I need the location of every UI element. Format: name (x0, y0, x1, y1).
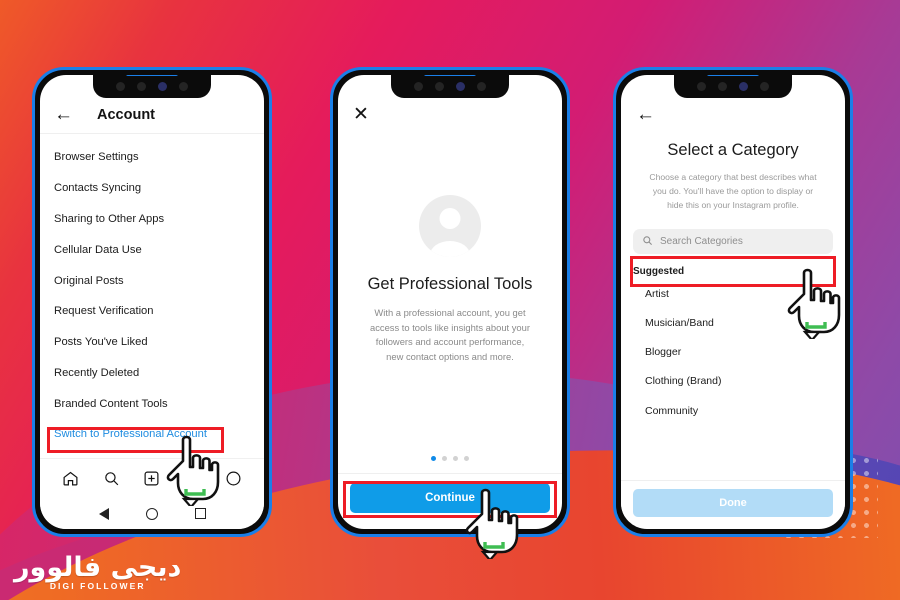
phone1-screen: ← Account Browser Settings Contacts Sync… (40, 75, 264, 529)
search-placeholder-text: Search Categories (660, 236, 743, 248)
notch-sensor (477, 82, 486, 91)
notch-sensor (179, 82, 188, 91)
done-button-area: Done (621, 480, 845, 517)
pagination-dot-active[interactable] (431, 456, 436, 461)
watermark-logo: دیجی فالوور DIGI FOLLOWER (14, 551, 182, 591)
list-item[interactable]: Posts You've Liked (40, 327, 264, 358)
phone1-body: ← Account Browser Settings Contacts Sync… (40, 75, 264, 529)
phone2-screen: ✕ Get Professional Tools With a professi… (338, 75, 562, 529)
category-item[interactable]: Musician/Band (621, 308, 845, 337)
list-item[interactable]: Recently Deleted (40, 357, 264, 388)
notch-sensor (116, 82, 125, 91)
category-item[interactable]: Community (621, 396, 845, 425)
instagram-bottom-nav (40, 458, 264, 498)
list-item[interactable]: Request Verification (40, 296, 264, 327)
phone3-screen: ← Select a Category Choose a category th… (621, 75, 845, 529)
phone-mockup-2: ✕ Get Professional Tools With a professi… (330, 67, 570, 537)
new-post-icon[interactable] (143, 470, 160, 487)
done-button: Done (633, 489, 833, 517)
notch-sensor (414, 82, 423, 91)
list-item[interactable]: Branded Content Tools (40, 388, 264, 419)
notch-sensor (137, 82, 146, 91)
search-icon[interactable] (103, 470, 120, 487)
switch-to-professional-account-item[interactable]: Switch to Professional Account (40, 419, 264, 450)
category-item[interactable]: Clothing (Brand) (621, 367, 845, 396)
search-icon (642, 233, 653, 251)
avatar-body-shape (430, 241, 470, 257)
page-title: Select a Category (667, 141, 799, 159)
list-item[interactable]: Sharing to Other Apps (40, 204, 264, 235)
back-arrow-icon[interactable]: ← (636, 105, 655, 124)
list-item[interactable]: Cellular Data Use (40, 234, 264, 265)
phone2-notch (391, 75, 509, 98)
phone3-body: ← Select a Category Choose a category th… (621, 75, 845, 529)
list-item[interactable]: Original Posts (40, 265, 264, 296)
continue-button[interactable]: Continue (350, 483, 550, 513)
back-arrow-icon[interactable]: ← (54, 105, 73, 124)
notch-speaker (424, 75, 476, 76)
pagination-dot[interactable] (442, 456, 447, 461)
pagination-dot[interactable] (464, 456, 469, 461)
notch-camera-icon (158, 82, 167, 91)
notch-speaker (126, 75, 178, 76)
page-title: Get Professional Tools (367, 275, 533, 293)
notch-sensor (697, 82, 706, 91)
phone-mockup-1: ← Account Browser Settings Contacts Sync… (32, 67, 272, 537)
search-input[interactable]: Search Categories (633, 229, 833, 255)
continue-button-area: Continue (338, 473, 562, 513)
pagination-dots (338, 456, 562, 461)
category-item[interactable]: Blogger (621, 338, 845, 367)
list-item[interactable]: Browser Settings (40, 142, 264, 173)
phone-mockup-3: ← Select a Category Choose a category th… (613, 67, 853, 537)
category-list: Artist Musician/Band Blogger Clothing (B… (621, 279, 845, 425)
phone3-notch (674, 75, 792, 98)
phone2-body: ✕ Get Professional Tools With a professi… (338, 75, 562, 529)
phone1-notch (93, 75, 211, 98)
notch-camera-icon (456, 82, 465, 91)
category-item[interactable]: Artist (621, 279, 845, 308)
page-description: Choose a category that best describes wh… (649, 172, 817, 210)
page-description: With a professional account, you get acc… (370, 307, 530, 362)
pagination-dot[interactable] (453, 456, 458, 461)
notch-speaker (707, 75, 759, 76)
professional-tools-intro: Get Professional Tools With a profession… (338, 75, 562, 364)
android-recents-icon[interactable] (194, 508, 206, 519)
notch-sensor (718, 82, 727, 91)
profile-avatar-icon[interactable] (225, 470, 242, 487)
search-area: Search Categories (621, 212, 845, 255)
watermark-farsi-text: دیجی فالوور (14, 551, 182, 583)
android-navigation-bar (40, 498, 264, 529)
heart-icon[interactable] (184, 470, 201, 487)
list-item[interactable]: Contacts Syncing (40, 173, 264, 204)
android-back-icon[interactable] (98, 507, 109, 520)
page-title: Account (97, 106, 155, 123)
account-settings-list: Browser Settings Contacts Syncing Sharin… (40, 134, 264, 481)
avatar-placeholder-icon (419, 195, 481, 257)
notch-sensor (435, 82, 444, 91)
android-home-icon[interactable] (145, 507, 158, 520)
notch-sensor (760, 82, 769, 91)
notch-camera-icon (739, 82, 748, 91)
suggested-section-label: Suggested (633, 266, 685, 278)
avatar-head-shape (439, 208, 461, 229)
home-icon[interactable] (62, 470, 79, 487)
